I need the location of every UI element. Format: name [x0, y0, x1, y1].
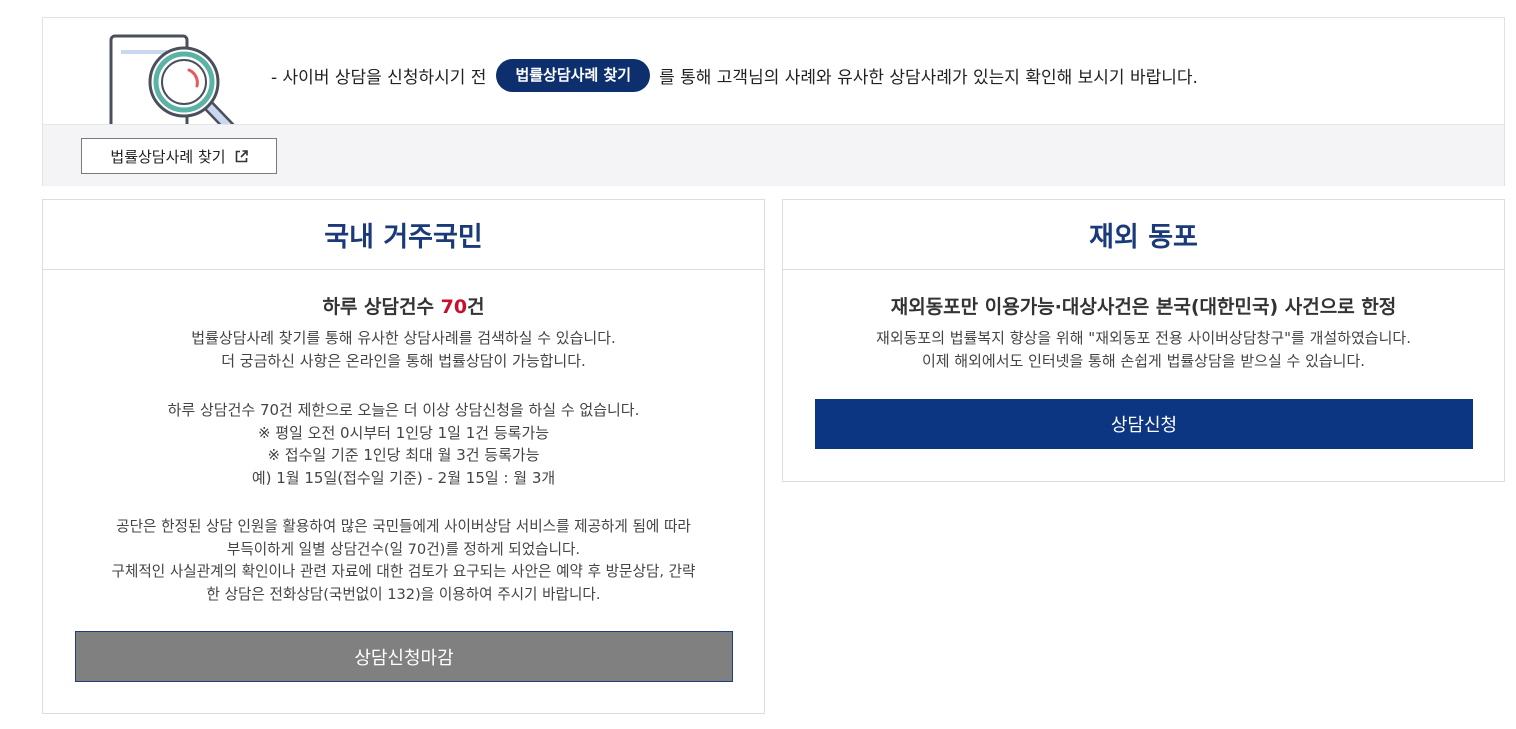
notice-text-before: - 사이버 상담을 신청하시기 전 — [271, 67, 487, 88]
limit-line: ※ 평일 오전 0시부터 1인당 1일 1건 등록가능 — [257, 423, 550, 442]
case-search-pill: 법률상담사례 찾기 — [496, 58, 651, 92]
overseas-card: 재외 동포 재외동포만 이용가능·대상사건은 본국(대한민국) 사건으로 한정 … — [782, 199, 1505, 482]
overseas-body: 재외동포만 이용가능·대상사건은 본국(대한민국) 사건으로 한정 재외동포의 … — [783, 294, 1504, 372]
notice-text-after: 를 통해 고객님의 사례와 유사한 상담사례가 있는지 확인해 보시기 바랍니다… — [659, 67, 1198, 88]
overseas-title: 재외 동포 — [783, 200, 1504, 270]
overseas-desc-line: 이제 해외에서도 인터넷을 통해 손쉽게 법률상담을 받으실 수 있습니다. — [921, 351, 1366, 370]
domestic-body: 하루 상담건수 70건 법률상담사례 찾기를 통해 유사한 상담사례를 검색하실… — [43, 294, 764, 606]
daily-limit-count: 70 — [440, 296, 468, 318]
daily-limit-prefix: 하루 상담건수 — [322, 296, 441, 318]
limit-line: 예) 1월 15일(접수일 기준) - 2월 15일 : 월 3개 — [251, 468, 556, 487]
limit-line: 하루 상담건수 70건 제한으로 오늘은 더 이상 상담신청을 하실 수 없습니… — [167, 401, 640, 419]
limit-line: ※ 접수일 기준 1인당 최대 월 3건 등록가능 — [267, 446, 540, 464]
policy-line: 부득이하게 일별 상담건수(일 70건)를 정하게 되었습니다. — [226, 540, 581, 558]
external-link-icon — [235, 149, 248, 162]
policy-line: 구체적인 사실관계의 확인이나 관련 자료에 대한 검토가 요구되는 사안은 예… — [111, 563, 696, 580]
notice-message: - 사이버 상담을 신청하시기 전 법률상담사례 찾기 를 통해 고객님의 사례… — [271, 55, 1198, 95]
notice-action-bar: 법률상담사례 찾기 — [43, 124, 1504, 186]
policy-line: 한 상담은 전화상담(국번없이 132)을 이용하여 주시기 바랍니다. — [206, 585, 601, 603]
domestic-card: 국내 거주국민 하루 상담건수 70건 법률상담사례 찾기를 통해 유사한 상담… — [42, 199, 765, 714]
policy-line: 공단은 한정된 상담 인원을 활용하여 많은 국민들에게 사이버상담 서비스를 … — [116, 518, 691, 535]
overseas-desc-line: 재외동포의 법률복지 향상을 위해 "재외동포 전용 사이버상담창구"를 개설하… — [876, 329, 1411, 347]
apply-consultation-button[interactable]: 상담신청 — [815, 399, 1473, 449]
case-search-button-label: 법률상담사례 찾기 — [110, 147, 226, 166]
domestic-desc-line: 더 궁금하신 사항은 온라인을 통해 법률상담이 가능합니다. — [221, 351, 586, 370]
notice-box: - 사이버 상담을 신청하시기 전 법률상담사례 찾기 를 통해 고객님의 사례… — [42, 17, 1505, 186]
domestic-desc-line: 법률상담사례 찾기를 통해 유사한 상담사례를 검색하실 수 있습니다. — [191, 329, 616, 347]
case-search-button[interactable]: 법률상담사례 찾기 — [81, 138, 277, 174]
notice-top: - 사이버 상담을 신청하시기 전 법률상담사례 찾기 를 통해 고객님의 사례… — [43, 18, 1504, 124]
daily-limit-suffix: 건 — [467, 296, 485, 318]
domestic-title: 국내 거주국민 — [43, 200, 764, 270]
magnifier-document-icon — [109, 34, 239, 124]
daily-limit-heading: 하루 상담건수 70건 — [43, 294, 764, 320]
application-closed-button[interactable]: 상담신청마감 — [75, 631, 733, 682]
overseas-subtitle: 재외동포만 이용가능·대상사건은 본국(대한민국) 사건으로 한정 — [890, 296, 1397, 318]
